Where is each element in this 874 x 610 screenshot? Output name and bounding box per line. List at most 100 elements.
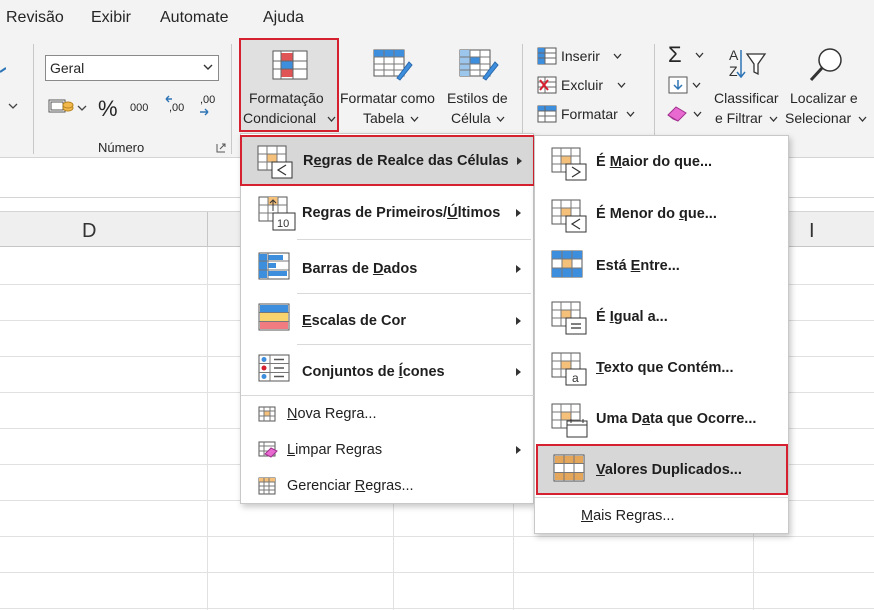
format-as-table-line1[interactable]: Formatar como [340,90,435,106]
format-label[interactable]: Formatar [561,106,618,122]
column-header-i[interactable]: I [809,220,815,243]
chevron-down-icon[interactable] [769,116,778,123]
menu-item-clear-rules[interactable]: Limpar Regras [241,433,533,469]
column-header-d[interactable]: D [82,220,96,243]
cell-styles-icon[interactable] [459,48,499,82]
delete-label[interactable]: Excluir [561,77,603,93]
conditional-formatting-icon [272,50,308,80]
menu-item-label: Uma Data que Ocorre... [596,411,757,427]
less-than-icon [551,199,587,233]
chevron-down-icon[interactable] [77,104,87,112]
insert-label[interactable]: Inserir [561,48,600,64]
tab-exibir[interactable]: Exibir [91,9,131,27]
conditional-formatting-menu: Regras de Realce das Células 10 Regras d… [240,133,535,505]
percent-style-button[interactable]: % [98,96,118,122]
number-format-select[interactable]: Geral [45,55,219,81]
duplicate-values-icon [553,454,585,482]
chevron-down-icon[interactable] [613,53,622,60]
insert-cells-icon[interactable] [537,47,557,65]
fill-icon[interactable] [668,76,688,94]
highlight-cell-rules-submenu: É Maior do que... É Menor do que... Está… [534,135,790,535]
decrease-decimal-label: ,00 [200,94,216,106]
tab-automate[interactable]: Automate [160,9,228,27]
chevron-down-icon[interactable] [617,82,626,89]
menu-item-label: É Menor do que... [596,206,717,222]
chevron-down-icon[interactable] [693,111,702,118]
menu-item-top-bottom-rules[interactable]: 10 Regras de Primeiros/Últimos [241,188,533,239]
svg-text:10: 10 [277,218,289,230]
menu-item-label: Barras de Dados [302,261,418,277]
find-select-icon[interactable] [808,46,846,84]
chevron-down-icon[interactable] [8,102,18,110]
submenu-arrow-icon [517,157,522,165]
menu-item-label: É Maior do que... [596,154,713,170]
menu-item-color-scales[interactable]: Escalas de Cor [241,295,533,346]
chevron-down-icon[interactable] [626,111,635,118]
sort-filter-icon[interactable]: A Z [727,46,767,82]
menu-separator [297,344,531,345]
group-separator [231,44,232,154]
menu-item-manage-rules[interactable]: Gerenciar Regras... [241,469,533,505]
manage-rules-icon [258,477,276,495]
increase-decimal-label: ,00 [169,102,185,114]
chevron-down-icon[interactable] [692,82,701,89]
clear-rules-icon [258,441,278,458]
menu-item-new-rule[interactable]: Nova Regra... [241,397,533,433]
menu-item-more-rules[interactable]: Mais Regras... [535,499,788,535]
svg-text:A: A [729,47,739,63]
format-cells-icon[interactable] [537,105,557,123]
menu-item-duplicate-values[interactable]: Valores Duplicados... [536,444,788,495]
column-divider [207,212,208,248]
dialog-launcher-icon[interactable] [216,143,226,153]
menu-item-data-bars[interactable]: Barras de Dados [241,242,533,293]
menu-item-label: Texto que Contém... [596,360,734,376]
menu-item-equal-to[interactable]: É Igual a... [535,291,788,342]
menu-separator [535,497,790,498]
grid-row-line [0,572,874,573]
autosum-icon[interactable]: Σ [668,42,682,68]
grid-row-line [0,608,874,609]
menu-item-date-occurring[interactable]: Uma Data que Ocorre... [535,393,788,444]
partial-icon [0,67,6,73]
chevron-down-icon[interactable] [410,116,419,123]
submenu-arrow-icon [516,446,521,454]
cell-styles-line1[interactable]: Estilos de [447,90,508,106]
chevron-down-icon[interactable] [858,116,867,123]
greater-than-icon [551,147,587,181]
menu-item-less-than[interactable]: É Menor do que... [535,189,788,240]
menu-item-greater-than[interactable]: É Maior do que... [535,137,788,188]
menu-item-between[interactable]: Está Entre... [535,240,788,291]
clear-eraser-icon[interactable] [666,105,688,123]
menu-item-highlight-cell-rules[interactable]: Regras de Realce das Células [240,135,535,186]
tab-ajuda[interactable]: Ajuda [263,9,304,27]
conditional-formatting-line1: Formatação [249,90,324,106]
equal-to-icon [551,301,587,335]
grid-row-line [0,536,874,537]
menu-item-text-contains[interactable]: a Texto que Contém... [535,342,788,393]
conditional-formatting-button[interactable]: Formatação Condicional [239,38,339,132]
sort-filter-line1[interactable]: Classificar [714,90,779,106]
chevron-down-icon[interactable] [496,116,505,123]
menu-item-label: Nova Regra... [287,406,377,422]
sort-filter-line2[interactable]: e Filtrar [715,110,762,126]
menu-item-label: Mais Regras... [581,508,675,524]
chevron-down-icon[interactable] [695,52,704,59]
top-bottom-rules-icon: 10 [258,196,296,231]
cell-styles-line2[interactable]: Célula [451,110,491,126]
comma-style-button[interactable]: 000 [130,102,148,114]
delete-cells-icon[interactable] [537,76,557,94]
menu-item-icon-sets[interactable]: Conjuntos de Ícones [241,346,533,397]
svg-text:a: a [572,371,579,385]
menu-item-label: Regras de Realce das Células [303,153,509,169]
format-as-table-icon[interactable] [373,48,413,82]
menu-item-label: É Igual a... [596,309,668,325]
text-contains-icon: a [551,352,587,386]
currency-format-icon[interactable] [48,96,74,116]
find-select-line2[interactable]: Selecionar [785,110,851,126]
find-select-line1[interactable]: Localizar e [790,90,858,106]
number-group-label: Número [98,140,145,155]
tab-revisao[interactable]: Revisão [6,9,64,27]
format-as-table-line2[interactable]: Tabela [363,110,404,126]
menu-item-label: Regras de Primeiros/Últimos [302,205,501,221]
menu-item-label: Está Entre... [596,258,680,274]
